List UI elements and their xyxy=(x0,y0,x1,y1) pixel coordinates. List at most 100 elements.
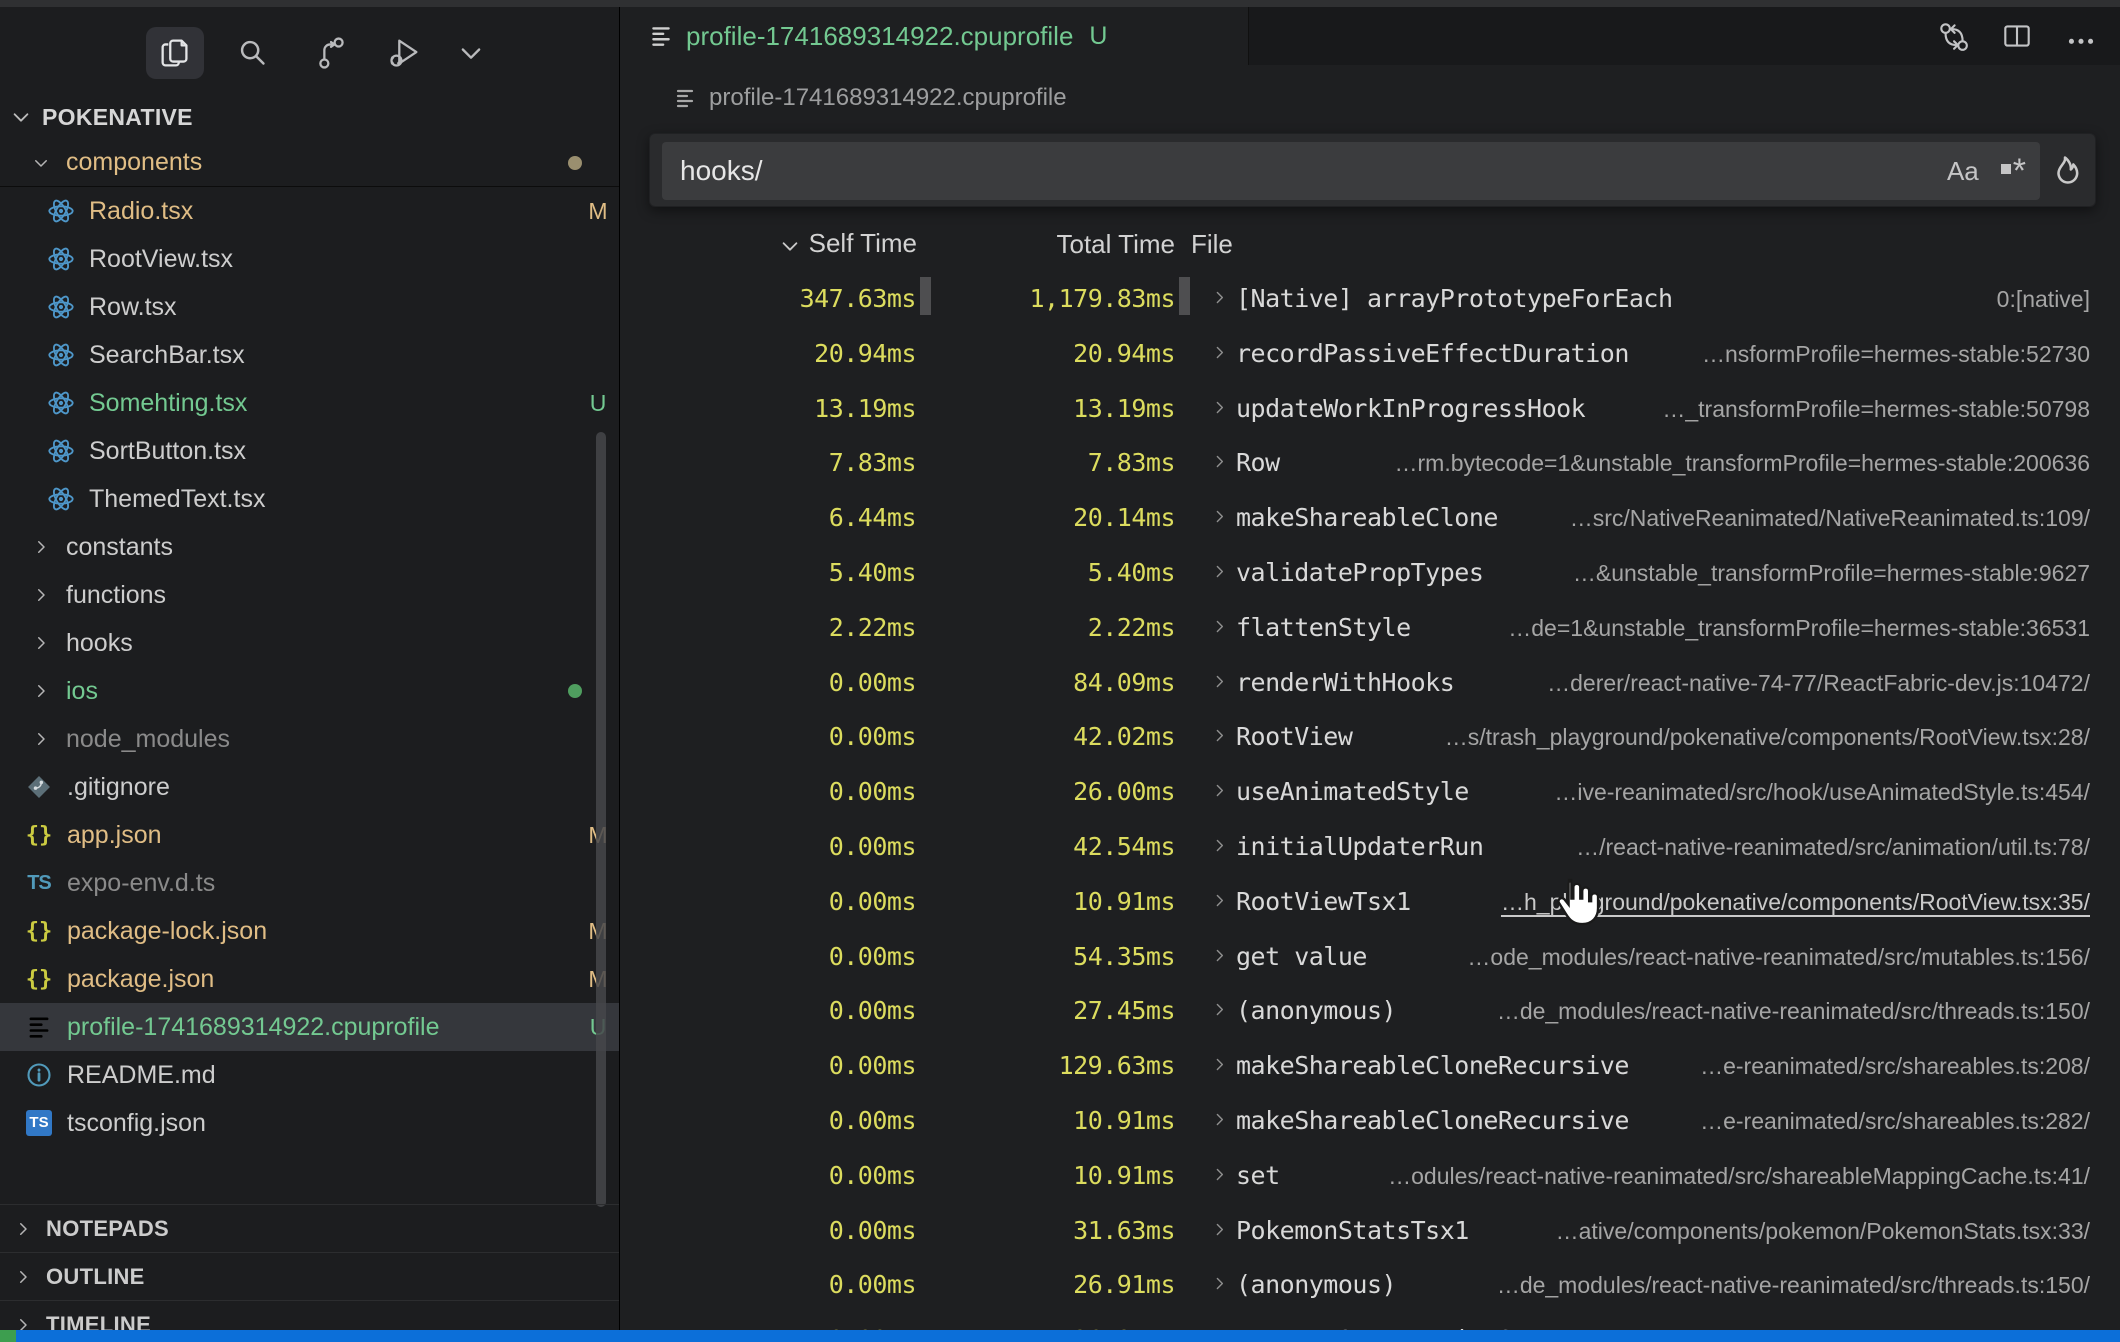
split-editor-icon[interactable] xyxy=(2000,19,2034,53)
more-actions-icon[interactable] xyxy=(2064,19,2098,53)
sidebar-scrollbar[interactable] xyxy=(596,432,606,1207)
file-tree-item[interactable]: SortButton.tsx xyxy=(0,427,620,475)
file-location-link[interactable]: …ode_modules/react-native-reanimated/src… xyxy=(1467,930,2090,985)
flame-graph-icon[interactable] xyxy=(2048,154,2082,188)
file-location-link[interactable]: 0:[native] xyxy=(1997,272,2090,327)
profile-table-row[interactable]: 347.63ms 1,179.83ms [Native] arrayProtot… xyxy=(621,272,2120,327)
profile-table-row[interactable]: 0.00ms 26.00ms useAnimatedStyle …ive-rea… xyxy=(621,765,2120,820)
file-location-link[interactable]: …/react-native-reanimated/src/animation/… xyxy=(1576,820,2090,875)
debug-icon[interactable] xyxy=(382,30,428,76)
file-tree-item[interactable]: {} package.json M xyxy=(0,955,620,1003)
file-tree-item[interactable]: Radio.tsx M xyxy=(0,187,620,235)
profile-table-row[interactable]: 0.00ms 84.09ms renderWithHooks …derer/re… xyxy=(621,656,2120,711)
profile-table-row[interactable]: 6.44ms 20.14ms makeShareableClone …src/N… xyxy=(621,491,2120,546)
project-root-row[interactable]: POKENATIVE xyxy=(0,95,620,139)
file-location-link[interactable]: …h_playground/pokenative/components/Root… xyxy=(1501,875,2090,930)
profile-table-row[interactable]: 0.00ms 27.45ms (anonymous) …de_modules/r… xyxy=(621,984,2120,1039)
file-tree-item[interactable]: constants xyxy=(0,523,620,571)
profile-table-row[interactable]: 0.00ms 42.54ms initialUpdaterRun …/react… xyxy=(621,820,2120,875)
profile-table-row[interactable]: 0.00ms 54.35ms get value …ode_modules/re… xyxy=(621,930,2120,985)
file-location-link[interactable]: …_transformProfile=hermes-stable:50798 xyxy=(1662,382,2090,437)
search-icon[interactable] xyxy=(230,30,276,76)
row-expand-chevron-icon[interactable] xyxy=(1211,837,1228,854)
row-expand-chevron-icon[interactable] xyxy=(1211,673,1228,690)
profile-table-row[interactable]: 0.00ms 10.91ms set …odules/react-native-… xyxy=(621,1149,2120,1204)
profile-table-row[interactable]: 13.19ms 13.19ms updateWorkInProgressHook… xyxy=(621,382,2120,437)
file-location-link[interactable]: …e-reanimated/src/shareables.ts:208/ xyxy=(1700,1039,2090,1094)
column-header-self-time[interactable]: Self Time xyxy=(621,228,917,259)
file-location-link[interactable]: …de=1&unstable_transformProfile=hermes-s… xyxy=(1508,601,2090,656)
regex-button[interactable]: * xyxy=(2001,161,2026,181)
file-tree-item[interactable]: Somehting.tsx U xyxy=(0,379,620,427)
profile-table-row[interactable]: 0.00ms 10.91ms RootViewTsx1 …h_playgroun… xyxy=(621,875,2120,930)
file-tree-item[interactable]: functions xyxy=(0,571,620,619)
row-expand-chevron-icon[interactable] xyxy=(1211,892,1228,909)
open-changes-icon[interactable] xyxy=(1936,19,1970,53)
row-expand-chevron-icon[interactable] xyxy=(1211,453,1228,470)
panel-outline[interactable]: OUTLINE xyxy=(0,1252,620,1300)
file-tree-item[interactable]: TS expo-env.d.ts xyxy=(0,859,620,907)
row-expand-chevron-icon[interactable] xyxy=(1211,1056,1228,1073)
explorer-icon[interactable] xyxy=(146,27,204,79)
file-tree-item[interactable]: profile-1741689314922.cpuprofile U xyxy=(0,1003,620,1051)
profile-table-row[interactable]: 0.00ms 42.02ms RootView …s/trash_playgro… xyxy=(621,710,2120,765)
panel-notepads[interactable]: NOTEPADS xyxy=(0,1204,620,1252)
column-header-total-time[interactable]: Total Time xyxy=(929,228,1175,260)
row-expand-chevron-icon[interactable] xyxy=(1211,1166,1228,1183)
file-location-link[interactable]: …de_modules/react-native-reanimated/src/… xyxy=(1497,1258,2090,1313)
file-tree-item[interactable]: RootView.tsx xyxy=(0,235,620,283)
file-tree-item[interactable]: hooks xyxy=(0,619,620,667)
row-expand-chevron-icon[interactable] xyxy=(1211,618,1228,635)
chevron-down-icon[interactable] xyxy=(448,30,494,76)
row-expand-chevron-icon[interactable] xyxy=(1211,1111,1228,1128)
row-expand-chevron-icon[interactable] xyxy=(1211,563,1228,580)
row-expand-chevron-icon[interactable] xyxy=(1211,947,1228,964)
profile-table-row[interactable]: 20.94ms 20.94ms recordPassiveEffectDurat… xyxy=(621,327,2120,382)
file-location-link[interactable]: …e-reanimated/src/shareables.ts:282/ xyxy=(1700,1094,2090,1149)
file-location-link[interactable]: …ative/components/pokemon/PokemonStats.t… xyxy=(1556,1204,2090,1259)
profile-table-row[interactable]: 2.22ms 2.22ms flattenStyle …de=1&unstabl… xyxy=(621,601,2120,656)
row-expand-chevron-icon[interactable] xyxy=(1211,727,1228,744)
file-tree-item[interactable]: README.md xyxy=(0,1051,620,1099)
tab-cpuprofile[interactable]: profile-1741689314922.cpuprofile U xyxy=(621,7,1249,65)
row-expand-chevron-icon[interactable] xyxy=(1211,1001,1228,1018)
file-location-link[interactable]: …s/trash_playground/pokenative/component… xyxy=(1445,710,2090,765)
profile-table-row[interactable]: 0.00ms 26.91ms (anonymous) …de_modules/r… xyxy=(621,1258,2120,1313)
file-tree-item[interactable]: TS tsconfig.json xyxy=(0,1099,620,1147)
column-header-file[interactable]: File xyxy=(1191,228,1233,260)
file-location-link[interactable]: …&unstable_transformProfile=hermes-stabl… xyxy=(1573,546,2090,601)
filter-input[interactable]: hooks/ Aa * xyxy=(662,142,2040,200)
profile-table-row[interactable]: 0.00ms 31.63ms PokemonStatsTsx1 …ative/c… xyxy=(621,1204,2120,1259)
row-expand-chevron-icon[interactable] xyxy=(1211,289,1228,306)
file-tree-item[interactable]: ThemedText.tsx xyxy=(0,475,620,523)
row-expand-chevron-icon[interactable] xyxy=(1211,344,1228,361)
file-tree-item[interactable]: .gitignore xyxy=(0,763,620,811)
file-tree-item[interactable]: SearchBar.tsx xyxy=(0,331,620,379)
file-location-link[interactable]: …odules/react-native-reanimated/src/shar… xyxy=(1388,1149,2090,1204)
file-tree-item[interactable]: {} package-lock.json M xyxy=(0,907,620,955)
file-location-link[interactable]: …derer/react-native-74-77/ReactFabric-de… xyxy=(1547,656,2090,711)
row-expand-chevron-icon[interactable] xyxy=(1211,399,1228,416)
file-location-link[interactable]: …nsformProfile=hermes-stable:52730 xyxy=(1702,327,2090,382)
panel-timeline[interactable]: TIMELINE xyxy=(0,1300,620,1332)
profile-table-row[interactable]: 0.00ms 129.63ms makeShareableCloneRecurs… xyxy=(621,1039,2120,1094)
match-case-button[interactable]: Aa xyxy=(1947,156,1979,187)
file-tree-item[interactable]: Row.tsx xyxy=(0,283,620,331)
file-location-link[interactable]: …ive-reanimated/src/hook/useAnimatedStyl… xyxy=(1554,765,2090,820)
file-tree-item[interactable]: {} app.json M xyxy=(0,811,620,859)
row-expand-chevron-icon[interactable] xyxy=(1211,782,1228,799)
profile-table-row[interactable]: 5.40ms 5.40ms validatePropTypes …&unstab… xyxy=(621,546,2120,601)
profile-table-row[interactable]: 0.00ms 10.91ms makeShareableCloneRecursi… xyxy=(621,1094,2120,1149)
source-control-icon[interactable] xyxy=(308,30,354,76)
row-expand-chevron-icon[interactable] xyxy=(1211,508,1228,525)
file-tree-item[interactable]: components xyxy=(0,139,620,187)
file-tree-item[interactable]: ios xyxy=(0,667,620,715)
row-expand-chevron-icon[interactable] xyxy=(1211,1221,1228,1238)
breadcrumb[interactable]: profile-1741689314922.cpuprofile xyxy=(621,65,2120,131)
row-expand-chevron-icon[interactable] xyxy=(1211,1275,1228,1292)
file-tree-item[interactable]: node_modules xyxy=(0,715,620,763)
file-location-link[interactable]: …rm.bytecode=1&unstable_transformProfile… xyxy=(1395,436,2091,491)
file-location-link[interactable]: …src/NativeReanimated/NativeReanimated.t… xyxy=(1570,491,2090,546)
file-location-link[interactable]: …de_modules/react-native-reanimated/src/… xyxy=(1497,984,2090,1039)
profile-table-row[interactable]: 7.83ms 7.83ms Row …rm.bytecode=1&unstabl… xyxy=(621,436,2120,491)
